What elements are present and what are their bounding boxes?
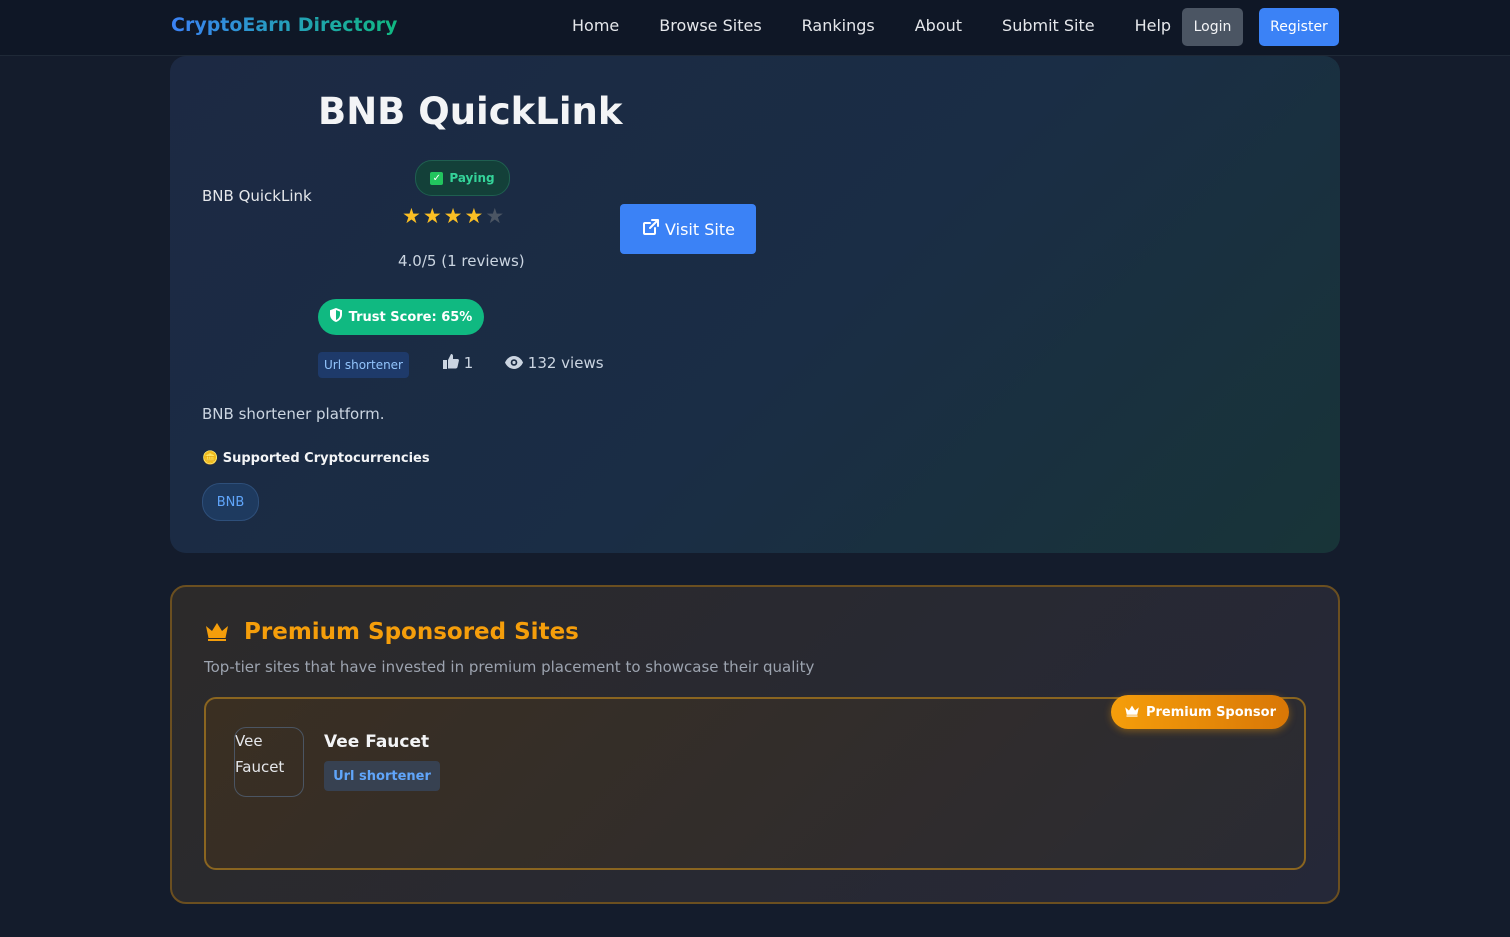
premium-section-title: Premium Sponsored Sites	[204, 619, 579, 645]
sponsor-logo: Vee Faucet	[234, 727, 304, 797]
views-value: 132 views	[527, 354, 604, 372]
nav-link-help[interactable]: Help	[1135, 16, 1171, 35]
sponsor-card[interactable]: Premium Sponsor Vee Faucet Vee Faucet Ur…	[204, 695, 1306, 870]
visit-site-label: Visit Site	[665, 219, 735, 239]
site-logo: BNB QuickLink	[202, 187, 312, 205]
login-button[interactable]: Login	[1182, 8, 1243, 46]
check-icon: ✓	[430, 171, 444, 185]
top-navbar: CryptoEarn Directory Home Browse Sites R…	[0, 0, 1510, 56]
star-icon: ★	[422, 204, 444, 228]
crown-icon	[1124, 704, 1140, 720]
external-link-icon	[641, 217, 661, 241]
site-title: BNB QuickLink	[318, 90, 623, 133]
premium-section-subtitle: Top-tier sites that have invested in pre…	[204, 658, 815, 676]
views-count: 132 views	[505, 354, 604, 372]
brand-logo[interactable]: CryptoEarn Directory	[171, 14, 397, 36]
register-button[interactable]: Register	[1259, 8, 1339, 46]
site-description: BNB shortener platform.	[202, 405, 385, 423]
star-rating: ★★★★★	[402, 204, 506, 228]
supported-crypto-label: Supported Cryptocurrencies	[222, 451, 430, 466]
trust-score-label: Trust Score: 65%	[348, 309, 473, 325]
nav-link-about[interactable]: About	[915, 16, 962, 35]
likes-count[interactable]: 1	[443, 354, 473, 372]
thumbs-up-icon	[443, 354, 464, 372]
nav-link-home[interactable]: Home	[572, 16, 619, 35]
star-icon: ★	[443, 204, 465, 228]
nav-link-rankings[interactable]: Rankings	[802, 16, 875, 35]
premium-sponsor-label: Premium Sponsor	[1145, 704, 1277, 720]
star-empty-icon: ★	[485, 204, 507, 228]
trust-score-badge: Trust Score: 65%	[318, 299, 484, 335]
nav-link-submit-site[interactable]: Submit Site	[1002, 16, 1095, 35]
sponsor-category-tag[interactable]: Url shortener	[324, 761, 440, 791]
crown-icon	[204, 619, 238, 645]
premium-sponsor-badge: Premium Sponsor	[1111, 695, 1289, 729]
crypto-pill-bnb: BNB	[202, 483, 259, 521]
eye-icon	[505, 354, 528, 372]
supported-crypto-heading: 🪙 Supported Cryptocurrencies	[202, 451, 430, 466]
status-badge: ✓ Paying	[415, 160, 510, 196]
star-icon: ★	[464, 204, 486, 228]
rating-summary: 4.0/5 (1 reviews)	[398, 252, 525, 270]
nav-links: Home Browse Sites Rankings About Submit …	[572, 16, 1211, 35]
site-detail-card: BNB QuickLink BNB QuickLink ✓ Paying ★★★…	[170, 56, 1340, 553]
nav-link-browse-sites[interactable]: Browse Sites	[659, 16, 761, 35]
category-tag[interactable]: Url shortener	[318, 352, 409, 378]
visit-site-button[interactable]: Visit Site	[620, 204, 756, 254]
shield-icon	[329, 308, 342, 326]
sponsor-name[interactable]: Vee Faucet	[324, 732, 429, 752]
likes-value: 1	[463, 354, 474, 372]
premium-title-label: Premium Sponsored Sites	[244, 619, 579, 645]
star-icon: ★	[402, 204, 423, 228]
coins-icon: 🪙	[202, 451, 219, 466]
status-label: Paying	[449, 171, 495, 185]
premium-sponsored-section: Premium Sponsored Sites Top-tier sites t…	[170, 585, 1340, 904]
